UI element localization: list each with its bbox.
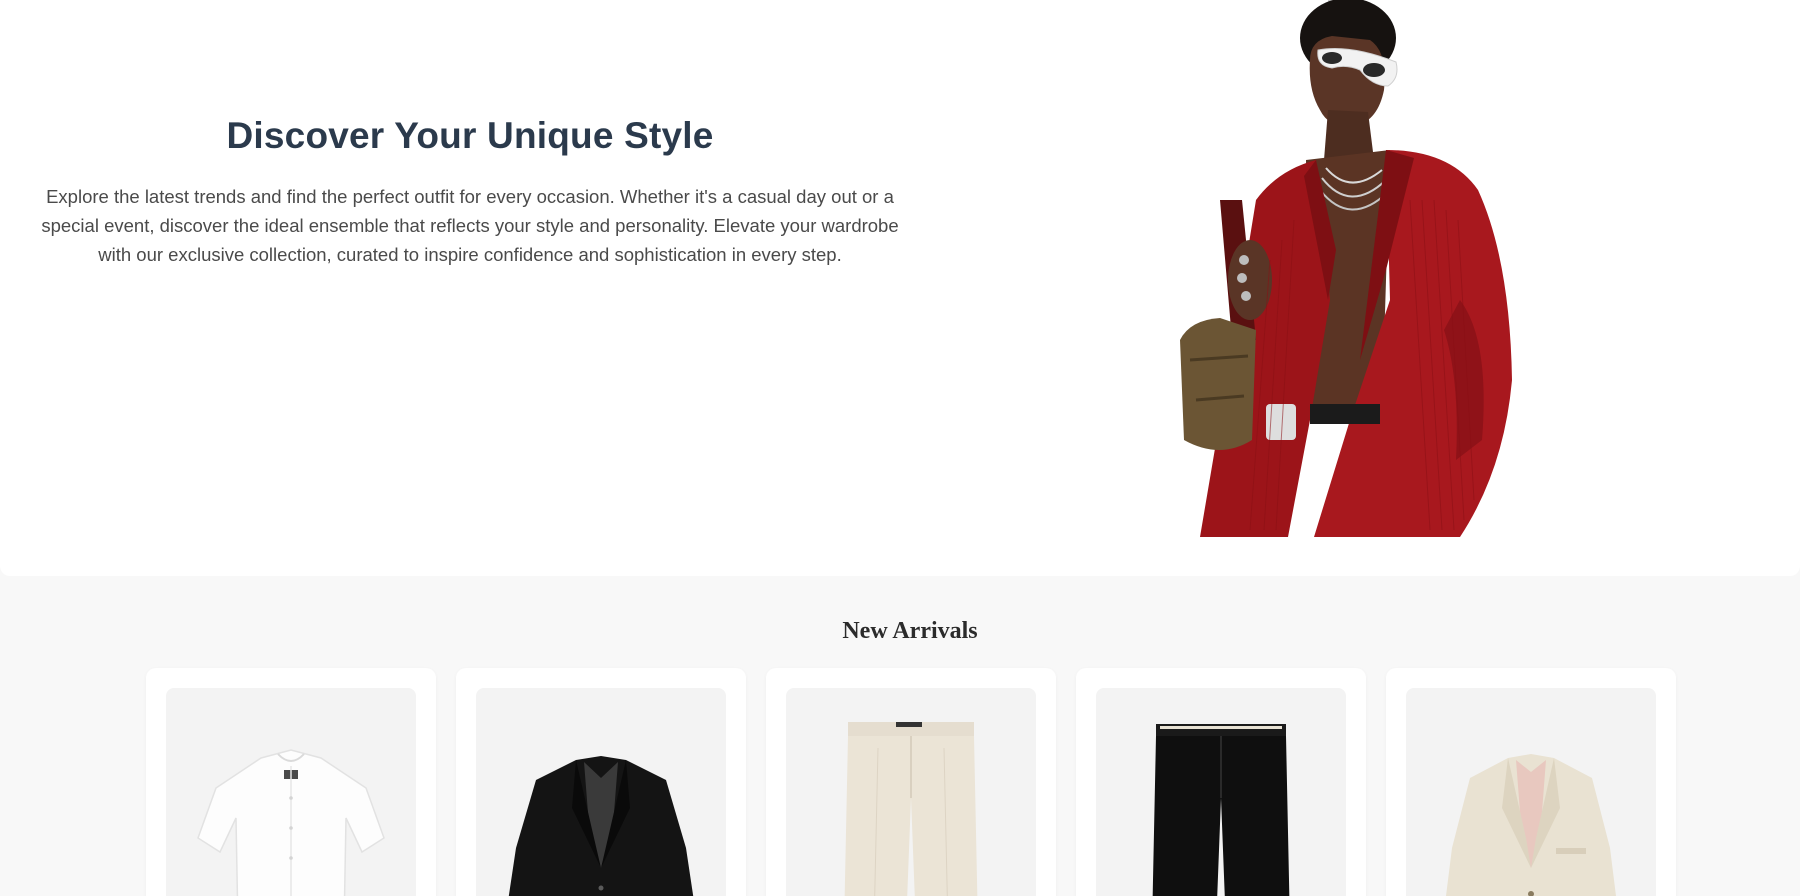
beige-trousers-image[interactable] bbox=[786, 688, 1036, 896]
hero-section: Discover Your Unique Style Explore the l… bbox=[0, 0, 1800, 576]
hero-model-image bbox=[1160, 0, 1560, 537]
product-card-black-trousers[interactable] bbox=[1076, 668, 1366, 896]
product-card-black-blazer[interactable] bbox=[456, 668, 746, 896]
hero-title: Discover Your Unique Style bbox=[226, 115, 714, 156]
new-arrivals-section: New Arrivals bbox=[0, 576, 1800, 896]
product-card-white-shirt[interactable] bbox=[146, 668, 436, 896]
hero-text-block: Discover Your Unique Style Explore the l… bbox=[40, 112, 900, 269]
black-blazer-image[interactable] bbox=[476, 688, 726, 896]
new-arrivals-title: New Arrivals bbox=[842, 618, 978, 644]
white-shirt-image[interactable] bbox=[166, 688, 416, 896]
hero-description: Explore the latest trends and find the p… bbox=[41, 186, 899, 265]
beige-blazer-image[interactable] bbox=[1406, 688, 1656, 896]
product-card-beige-trousers[interactable] bbox=[766, 668, 1056, 896]
product-grid bbox=[146, 668, 1676, 896]
black-trousers-image[interactable] bbox=[1096, 688, 1346, 896]
product-card-beige-blazer[interactable] bbox=[1386, 668, 1676, 896]
